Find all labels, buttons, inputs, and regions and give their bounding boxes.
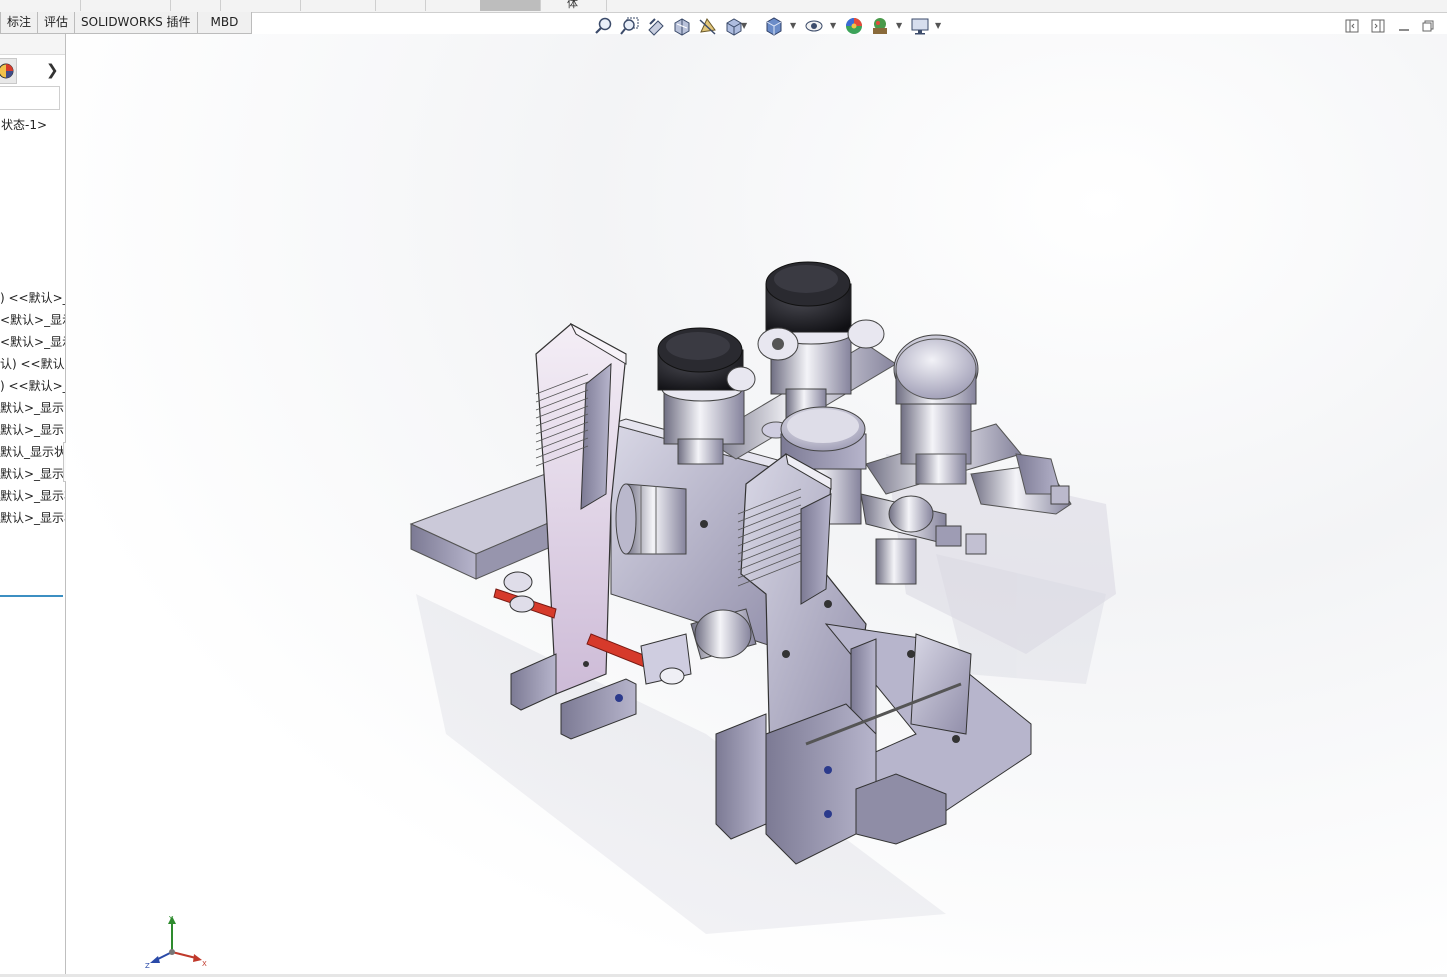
zoom-to-fit-icon[interactable]: [594, 16, 614, 38]
ribbon-segment[interactable]: 体: [540, 0, 607, 11]
command-manager-tabs: 标注 评估 SOLIDWORKS 插件 MBD: [0, 12, 253, 34]
valve-rear-center: [757, 261, 885, 420]
appearance-pie-icon: [0, 63, 14, 79]
tree-filter-input[interactable]: [0, 86, 60, 110]
tree-item[interactable]: 默认_显示状: [0, 441, 65, 463]
tree-item[interactable]: <默认>_显示: [0, 331, 65, 353]
chevron-down-icon[interactable]: ▼: [935, 21, 941, 30]
assembly-model: [409, 261, 1116, 934]
feature-manager-tab-bar: ❯: [0, 58, 65, 84]
ribbon-segment: [220, 0, 301, 11]
tree-item[interactable]: 默认>_显示: [0, 419, 65, 441]
tree-item[interactable]: 默认>_显示状: [0, 485, 65, 507]
tab-markup[interactable]: 标注: [0, 12, 39, 34]
graphics-viewport[interactable]: Y X Z: [66, 34, 1447, 977]
dimxpert-manager-tab[interactable]: [0, 58, 17, 84]
chevron-right-icon[interactable]: ❯: [46, 61, 59, 79]
display-style-icon[interactable]: [764, 16, 784, 38]
tab-solidworks-addins[interactable]: SOLIDWORKS 插件: [74, 12, 198, 34]
ribbon-segment-selected[interactable]: [480, 0, 541, 11]
tile-left-icon[interactable]: [1345, 19, 1361, 35]
restore-icon[interactable]: [1421, 19, 1437, 35]
chevron-down-icon[interactable]: ▼: [741, 21, 747, 30]
tab-evaluate[interactable]: 评估: [37, 12, 76, 34]
configuration-label: 状态-1>: [1, 118, 48, 132]
ribbon-segment: [325, 0, 376, 11]
tree-item[interactable]: 认) <<默认: [0, 353, 65, 375]
zoom-to-area-icon[interactable]: [620, 16, 640, 38]
valve-front-left: [657, 327, 756, 465]
tree-item[interactable]: ) <<默认>_: [0, 375, 65, 397]
triad-z-label: Z: [145, 962, 150, 970]
tree-item[interactable]: ) <<默认>_: [0, 287, 65, 309]
section-view-icon[interactable]: [672, 16, 692, 38]
ribbon-segment: [80, 0, 171, 11]
tree-item[interactable]: <默认>_显示: [0, 309, 65, 331]
view-settings-icon[interactable]: [910, 16, 930, 38]
feature-manager-panel: ❯ 状态-1> ) <<默认>_ <默认>_显示 <默认>_显示 认) <<默认…: [0, 34, 66, 977]
triad-y-label: Y: [168, 915, 174, 923]
ribbon-segment: [0, 0, 81, 11]
ribbon-partial-label: 体: [567, 0, 578, 10]
tree-item[interactable]: 默认>_显示: [0, 397, 65, 419]
tree-item[interactable]: 默认>_显示状: [0, 507, 65, 529]
chevron-down-icon[interactable]: ▼: [830, 21, 836, 30]
dynamic-annotation-icon[interactable]: [698, 16, 718, 38]
feature-tree: ) <<默认>_ <默认>_显示 <默认>_显示 认) <<默认 ) <<默认>…: [0, 287, 65, 529]
previous-view-icon[interactable]: [646, 16, 666, 38]
chevron-down-icon[interactable]: ▼: [790, 21, 796, 30]
coordinate-triad: Y X Z: [145, 915, 207, 970]
hide-show-items-icon[interactable]: [804, 16, 824, 38]
edit-appearance-icon[interactable]: [844, 16, 864, 38]
tab-mbd[interactable]: MBD: [196, 12, 253, 34]
tile-right-icon[interactable]: [1371, 19, 1387, 35]
ribbon-segment: [375, 0, 426, 11]
minimize-icon[interactable]: [1397, 19, 1413, 35]
triad-x-label: X: [202, 960, 207, 968]
ribbon-segment: [170, 0, 221, 11]
tree-item[interactable]: 默认>_显示状: [0, 463, 65, 485]
feature-manager-header: [0, 34, 65, 55]
apply-scene-icon[interactable]: [870, 16, 890, 38]
cylinder-left: [615, 483, 687, 555]
chevron-down-icon[interactable]: ▼: [896, 21, 902, 30]
rollback-bar[interactable]: [0, 595, 63, 597]
